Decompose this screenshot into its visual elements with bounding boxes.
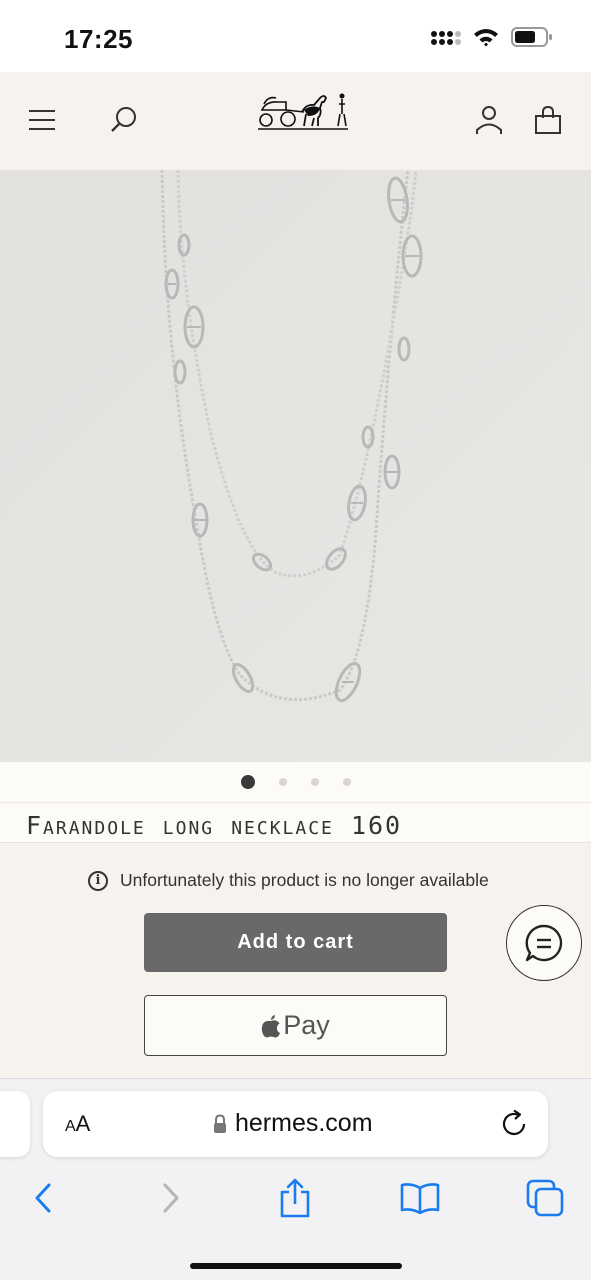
- necklace-image: [0, 170, 591, 762]
- reload-icon: [502, 1109, 526, 1136]
- text-size-button[interactable]: AA: [65, 1111, 90, 1137]
- forward-button[interactable]: [148, 1175, 194, 1221]
- previous-tab-card[interactable]: [0, 1091, 30, 1157]
- search-button[interactable]: [102, 98, 146, 142]
- availability-text: Unfortunately this product is no longer …: [120, 870, 489, 890]
- browser-nav-row: [0, 1175, 591, 1225]
- chat-button[interactable]: [506, 905, 582, 981]
- account-button[interactable]: [467, 98, 511, 142]
- browser-toolbar: AA hermes.com: [0, 1078, 591, 1280]
- back-icon: [35, 1183, 51, 1213]
- status-bar: 17:25: [0, 0, 591, 72]
- carousel-dots: [0, 762, 591, 802]
- hermes-logo[interactable]: [256, 86, 350, 132]
- share-icon: [280, 1178, 310, 1218]
- user-icon: [476, 106, 502, 134]
- chat-bubble-icon: [525, 924, 563, 962]
- product-title: Farandole long necklace 160: [26, 811, 403, 840]
- text-size-large: A: [75, 1111, 91, 1136]
- domain-display: hermes.com: [213, 1109, 373, 1138]
- add-to-cart-button[interactable]: Add to cart: [144, 913, 447, 972]
- buy-panel: i Unfortunately this product is no longe…: [0, 842, 591, 1078]
- status-time: 17:25: [64, 24, 133, 54]
- product-image[interactable]: [0, 170, 591, 762]
- site-header: [0, 72, 591, 170]
- shopping-bag-icon: [535, 106, 561, 134]
- apple-logo-icon: [261, 1014, 281, 1037]
- bookmarks-button[interactable]: [397, 1175, 443, 1221]
- apple-pay-label: Pay: [283, 1010, 330, 1040]
- reload-button[interactable]: [500, 1109, 530, 1139]
- info-icon: i: [88, 870, 108, 891]
- back-button[interactable]: [20, 1175, 66, 1221]
- battery-icon: [511, 27, 552, 47]
- text-size-small: A: [65, 1118, 76, 1135]
- search-icon: [111, 107, 136, 132]
- cellular-signal-icon: [431, 31, 461, 45]
- menu-button[interactable]: [20, 98, 64, 142]
- wifi-icon: [474, 29, 498, 47]
- availability-notice: i Unfortunately this product is no longe…: [88, 870, 489, 891]
- bookmarks-icon: [400, 1183, 440, 1214]
- tabs-icon: [526, 1179, 564, 1217]
- address-bar[interactable]: AA hermes.com: [43, 1091, 548, 1157]
- product-title-bar: Farandole long necklace 160: [0, 802, 591, 842]
- lock-icon: [214, 1113, 226, 1133]
- carousel-dot-4[interactable]: [342, 778, 351, 786]
- carousel-dot-3[interactable]: [310, 778, 319, 786]
- forward-icon: [163, 1183, 179, 1213]
- apple-pay-button[interactable]: Pay: [144, 995, 447, 1056]
- status-icons: [431, 27, 553, 47]
- cart-button[interactable]: [526, 98, 570, 142]
- domain-text: hermes.com: [235, 1109, 373, 1137]
- share-button[interactable]: [272, 1175, 318, 1221]
- home-indicator[interactable]: [190, 1263, 402, 1269]
- carousel-dot-2[interactable]: [278, 778, 287, 786]
- tabs-button[interactable]: [522, 1175, 568, 1221]
- carousel-dot-1[interactable]: [240, 775, 255, 789]
- hamburger-menu-icon: [29, 110, 55, 130]
- hermes-carriage-logo: [258, 93, 348, 130]
